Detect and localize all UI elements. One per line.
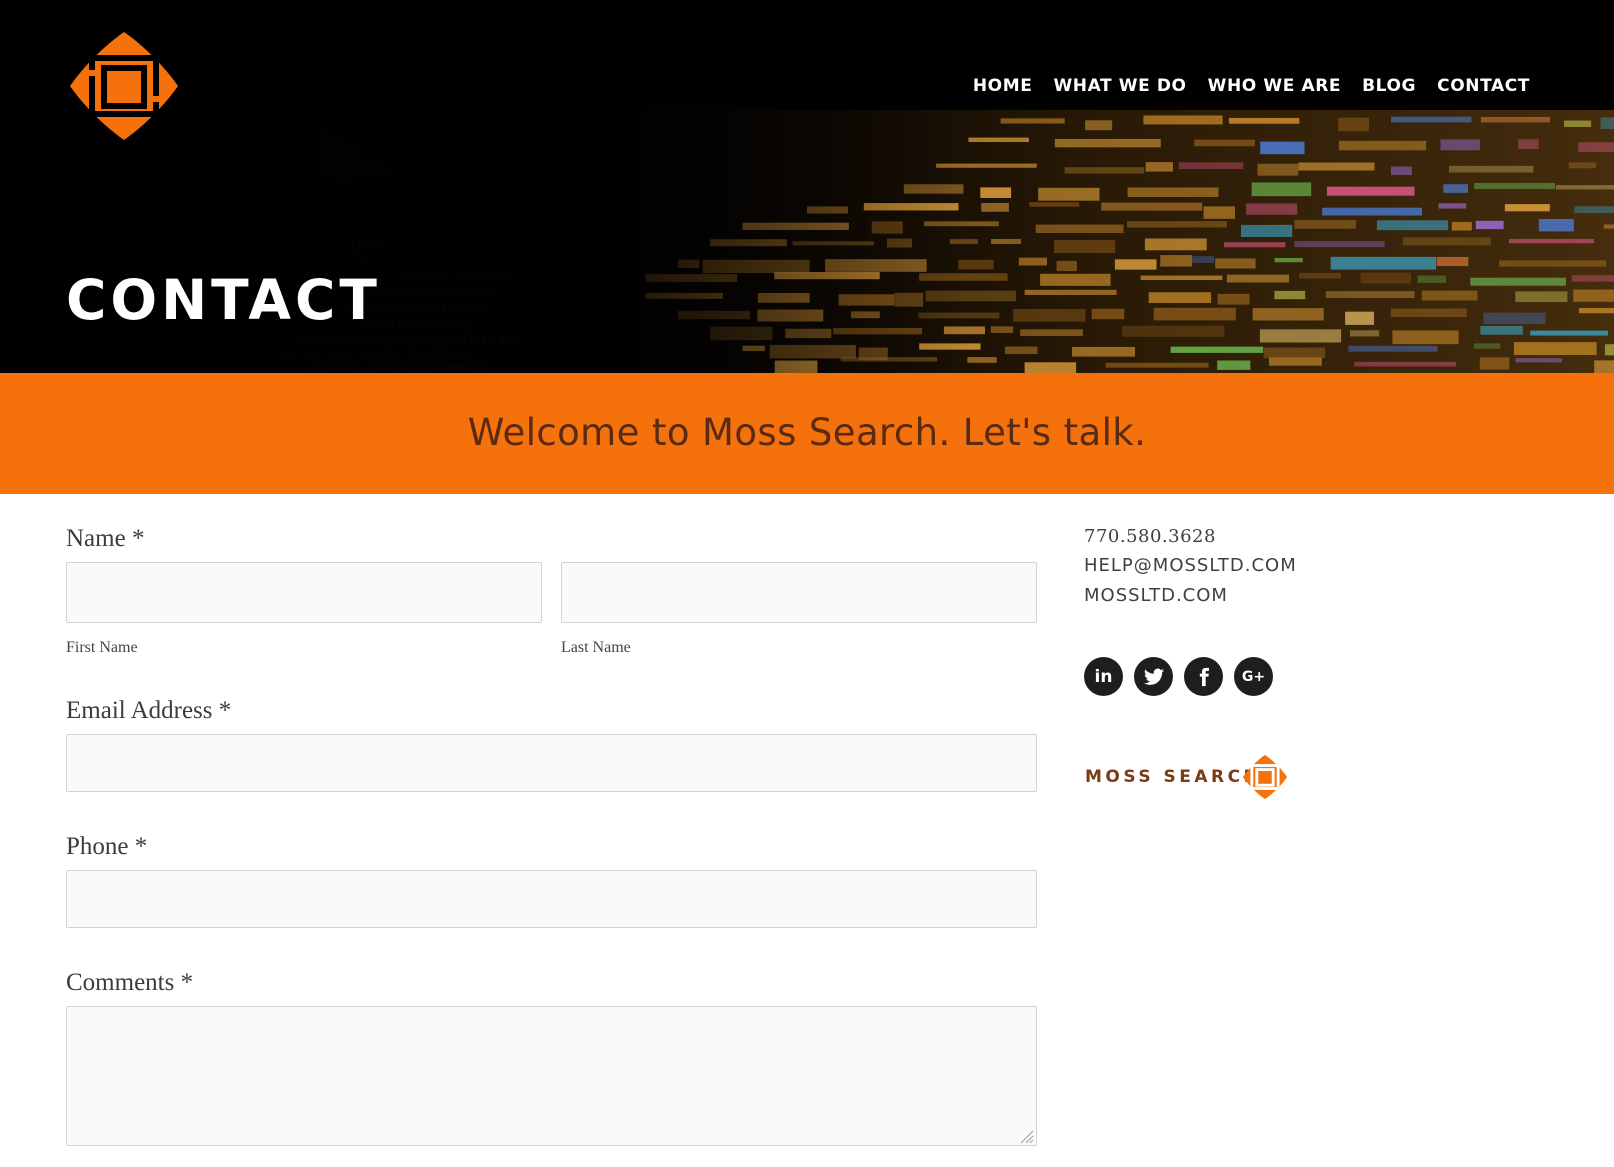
page-title: CONTACT bbox=[66, 268, 381, 332]
twitter-icon bbox=[1143, 668, 1164, 685]
comments-label: Comments * bbox=[66, 969, 194, 996]
google-plus-button[interactable]: G+ bbox=[1234, 657, 1273, 696]
nav-what-we-do[interactable]: WHAT WE DO bbox=[1053, 76, 1186, 96]
last-name-input[interactable] bbox=[561, 562, 1037, 623]
website-link[interactable]: MOSSLTD.COM bbox=[1084, 585, 1228, 606]
email-input[interactable] bbox=[66, 734, 1037, 792]
phone-input[interactable] bbox=[66, 870, 1037, 928]
facebook-button[interactable] bbox=[1184, 657, 1223, 696]
twitter-button[interactable] bbox=[1134, 657, 1173, 696]
linkedin-button[interactable]: in bbox=[1084, 657, 1123, 696]
nav-home[interactable]: HOME bbox=[973, 76, 1033, 96]
phone-label: Phone * bbox=[66, 833, 148, 860]
last-name-sublabel: Last Name bbox=[561, 639, 631, 656]
nav-who-we-are[interactable]: WHO WE ARE bbox=[1208, 76, 1342, 96]
banner-text: Welcome to Moss Search. Let's talk. bbox=[467, 411, 1147, 454]
nav-contact[interactable]: CONTACT bbox=[1437, 76, 1530, 96]
google-plus-icon: G+ bbox=[1241, 668, 1266, 685]
facebook-icon bbox=[1199, 667, 1209, 686]
email-link[interactable]: HELP@MOSSLTD.COM bbox=[1084, 555, 1297, 576]
resize-grip-icon[interactable] bbox=[1018, 1128, 1034, 1144]
moss-logo[interactable] bbox=[68, 30, 180, 142]
main-nav: HOME WHAT WE DO WHO WE ARE BLOG CONTACT bbox=[973, 76, 1530, 96]
first-name-sublabel: First Name bbox=[66, 639, 138, 656]
nav-blog[interactable]: BLOG bbox=[1362, 76, 1416, 96]
phone-number: 770.580.3628 bbox=[1084, 526, 1216, 547]
first-name-input[interactable] bbox=[66, 562, 542, 623]
name-label: Name * bbox=[66, 525, 145, 552]
comments-textarea[interactable] bbox=[66, 1006, 1037, 1146]
email-label: Email Address * bbox=[66, 697, 232, 724]
welcome-banner: Welcome to Moss Search. Let's talk. bbox=[0, 373, 1614, 494]
hero-header: t.d c.c<e.i c.document , 3 }}d e c . sel… bbox=[0, 0, 1614, 373]
linkedin-icon: in bbox=[1094, 666, 1113, 687]
brand-mark-icon bbox=[1242, 754, 1288, 800]
brand-wordmark: MOSS SEARCH bbox=[1085, 767, 1262, 787]
